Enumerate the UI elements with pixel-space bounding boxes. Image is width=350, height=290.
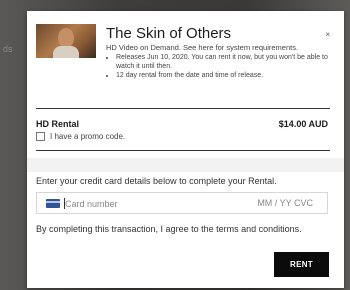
release-info-list: Releases Jun 10, 2020. You can rent it n… xyxy=(106,53,341,80)
thumbnail-figure xyxy=(53,46,79,58)
promo-code-label: I have a promo code. xyxy=(50,132,126,141)
release-info-item: 12 day rental from the date and time of … xyxy=(116,71,341,80)
terms-notice: By completing this transaction, I agree … xyxy=(36,224,302,234)
movie-subtitle: HD Video on Demand. See here for system … xyxy=(106,43,299,52)
credit-card-icon xyxy=(46,199,60,208)
movie-thumbnail xyxy=(36,24,96,58)
payment-instructions: Enter your credit card details below to … xyxy=(36,176,277,186)
promo-code-checkbox[interactable] xyxy=(36,132,45,141)
section-separator xyxy=(27,158,344,172)
rental-type-label: HD Rental xyxy=(36,119,80,129)
expiry-cvc-input[interactable]: MM / YY CVC xyxy=(257,198,313,208)
background-partial-text: ds xyxy=(3,44,13,54)
release-info-item: Releases Jun 10, 2020. You can rent it n… xyxy=(116,53,341,71)
rental-modal: × The Skin of Others HD Video on Demand.… xyxy=(27,11,344,288)
card-number-input[interactable] xyxy=(65,195,215,212)
rental-price: $14.00 AUD xyxy=(278,119,328,129)
divider xyxy=(36,150,330,151)
thumbnail-face xyxy=(58,28,74,48)
movie-title: The Skin of Others xyxy=(106,25,232,42)
divider xyxy=(36,108,330,109)
rent-button[interactable]: RENT xyxy=(274,252,329,277)
close-icon[interactable]: × xyxy=(325,30,330,39)
card-details-field[interactable]: MM / YY CVC xyxy=(36,192,328,214)
promo-code-option[interactable]: I have a promo code. xyxy=(36,132,125,141)
